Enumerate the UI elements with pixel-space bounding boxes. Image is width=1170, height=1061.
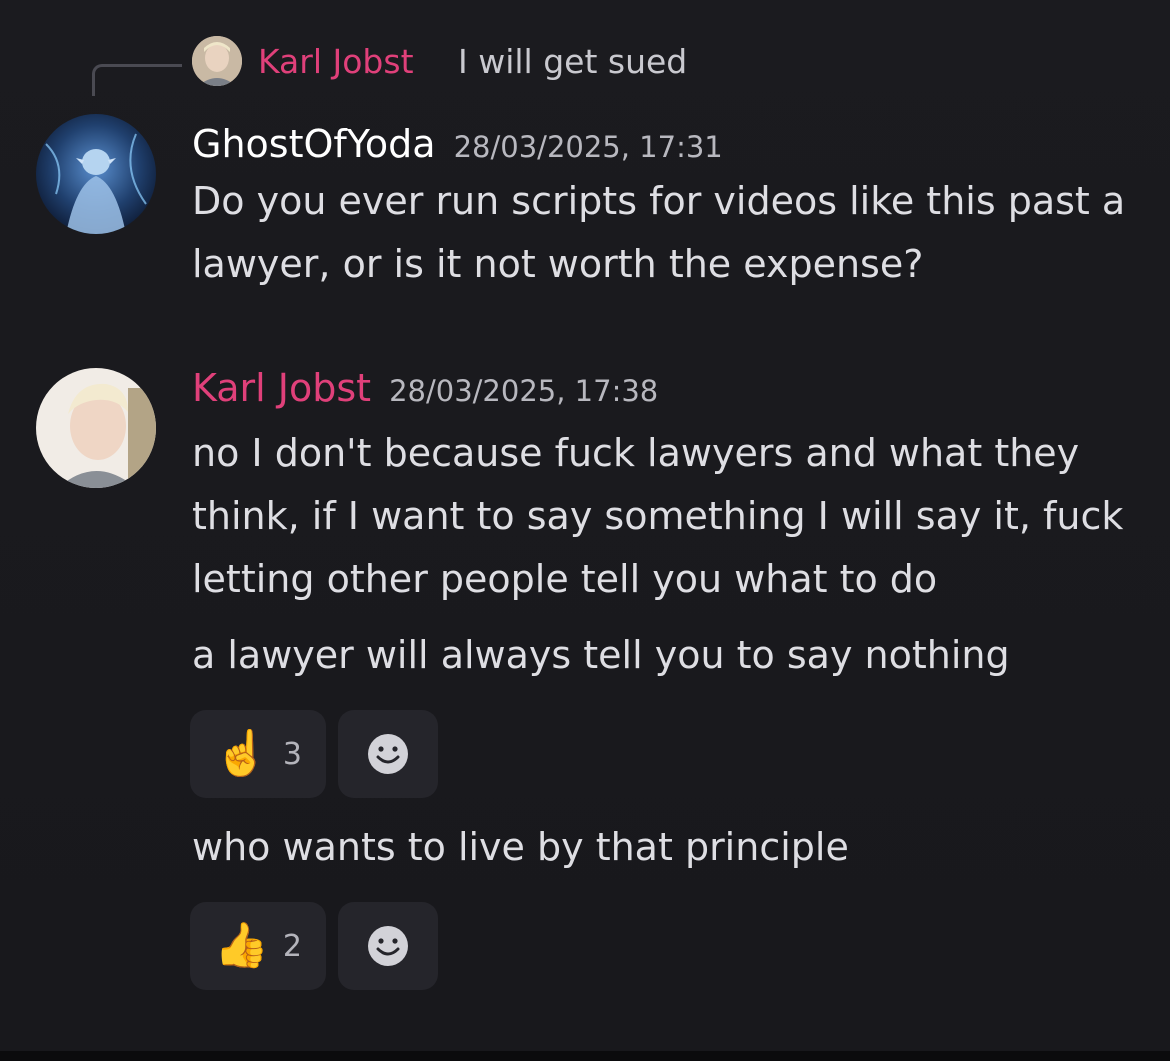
chat-view: Karl Jobst I will get sued GhostOfYoda 2… xyxy=(0,0,1170,1061)
smiley-icon xyxy=(368,734,408,774)
author-name[interactable]: GhostOfYoda xyxy=(192,122,436,166)
avatar[interactable] xyxy=(36,114,156,234)
index-pointing-up-icon: ☝️ xyxy=(214,728,269,779)
message-text: no I don't because fuck lawyers and what… xyxy=(192,431,1124,601)
reply-author-name[interactable]: Karl Jobst xyxy=(258,42,414,81)
message-text: Do you ever run scripts for videos like … xyxy=(192,179,1126,286)
reply-avatar[interactable] xyxy=(192,36,242,86)
smiley-icon xyxy=(368,926,408,966)
reaction-bar: ☝️ 3 xyxy=(190,710,438,798)
timestamp: 28/03/2025, 17:31 xyxy=(453,130,723,164)
author-name[interactable]: Karl Jobst xyxy=(192,366,371,410)
reaction-count: 3 xyxy=(282,736,302,772)
reply-connector-line xyxy=(92,64,182,96)
reaction-index-pointing-up[interactable]: ☝️ 3 xyxy=(190,710,326,798)
timestamp: 28/03/2025, 17:38 xyxy=(389,374,659,408)
bottom-edge xyxy=(0,1051,1170,1061)
thumbs-up-icon: 👍 xyxy=(214,920,269,971)
avatar[interactable] xyxy=(36,368,156,488)
add-reaction-button[interactable] xyxy=(338,902,438,990)
message-text: a lawyer will always tell you to say not… xyxy=(192,633,1010,677)
message-header: GhostOfYoda 28/03/2025, 17:31 xyxy=(192,122,723,166)
reply-message-preview[interactable]: I will get sued xyxy=(458,42,687,81)
reply-reference[interactable]: Karl Jobst I will get sued xyxy=(92,34,1092,96)
message-header: Karl Jobst 28/03/2025, 17:38 xyxy=(192,366,658,410)
reaction-count: 2 xyxy=(282,928,302,964)
reaction-thumbs-up[interactable]: 👍 2 xyxy=(190,902,326,990)
message-text: who wants to live by that principle xyxy=(192,825,849,869)
add-reaction-button[interactable] xyxy=(338,710,438,798)
reaction-bar: 👍 2 xyxy=(190,902,438,990)
